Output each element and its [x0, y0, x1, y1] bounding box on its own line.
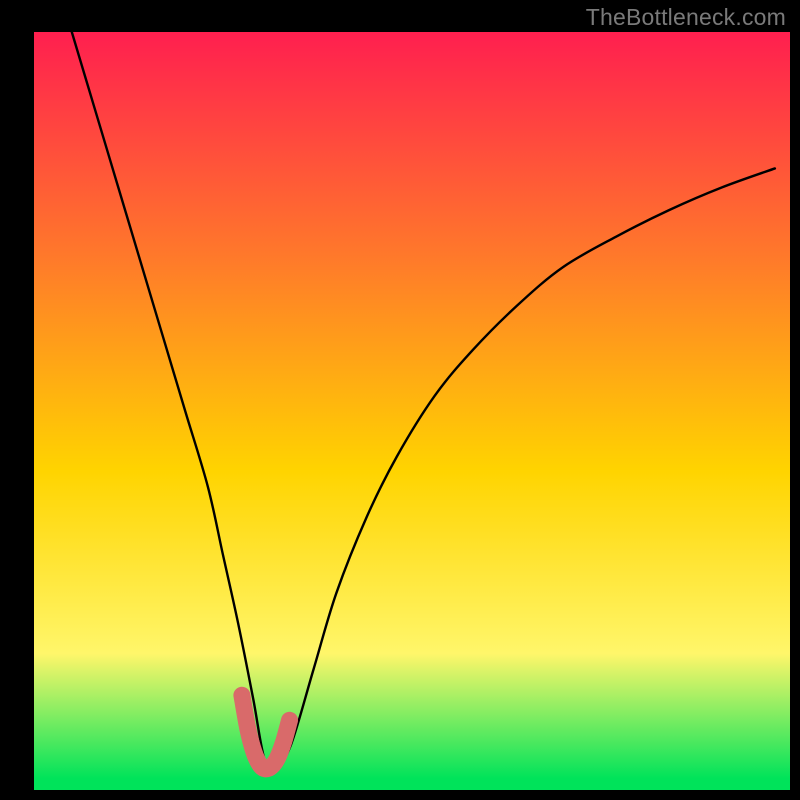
watermark-label: TheBottleneck.com	[586, 4, 786, 31]
plot-background	[34, 32, 790, 790]
bottleneck-chart	[0, 0, 800, 800]
chart-stage: TheBottleneck.com	[0, 0, 800, 800]
